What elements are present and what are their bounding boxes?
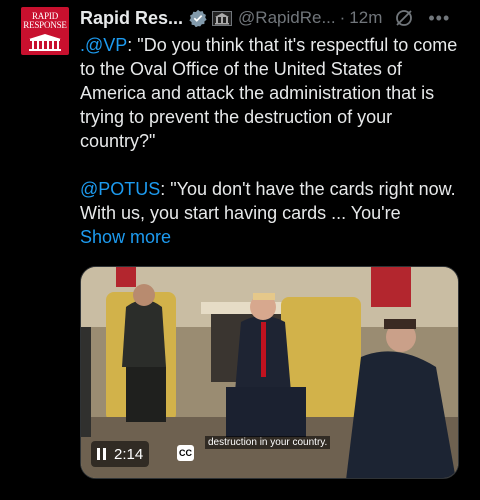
tweet-paragraph: .@VP: "Do you think that it's respectful… [80, 33, 470, 153]
government-building-icon[interactable] [212, 10, 233, 26]
video-caption: destruction in your country. [205, 436, 331, 449]
mention-link[interactable]: .@VP [80, 35, 127, 55]
verified-badge-icon[interactable] [189, 9, 207, 27]
tweet-text: .@VP: "Do you think that it's respectful… [80, 33, 470, 249]
separator-dot: · [339, 8, 346, 27]
grok-icon[interactable] [394, 8, 414, 28]
pause-icon[interactable] [97, 448, 106, 460]
mention-link[interactable]: @POTUS [80, 179, 160, 199]
tweet-paragraph: @POTUS: "You don't have the cards right … [80, 177, 470, 225]
video-duration: 2:14 [114, 445, 144, 463]
closed-captions-button[interactable]: CC [177, 445, 194, 461]
video-player[interactable]: destruction in your country. 2:14 CC [80, 266, 459, 479]
tweet-header: Rapid Res... @RapidRe... · 12m ••• [80, 6, 470, 30]
post-time[interactable]: 12m [349, 8, 382, 28]
account-handle[interactable]: @RapidRe... [238, 8, 336, 28]
white-house-icon [29, 34, 61, 51]
display-name[interactable]: Rapid Res... [80, 8, 183, 29]
avatar-logo-text: RAPID RESPONSE [23, 11, 67, 30]
show-more-link[interactable]: Show more [80, 225, 470, 249]
more-icon[interactable]: ••• [428, 9, 450, 27]
avatar[interactable]: RAPID RESPONSE [21, 7, 69, 55]
video-controls[interactable]: 2:14 [91, 441, 150, 467]
paragraph-text: : "Do you think that it's respectful to … [80, 35, 458, 151]
